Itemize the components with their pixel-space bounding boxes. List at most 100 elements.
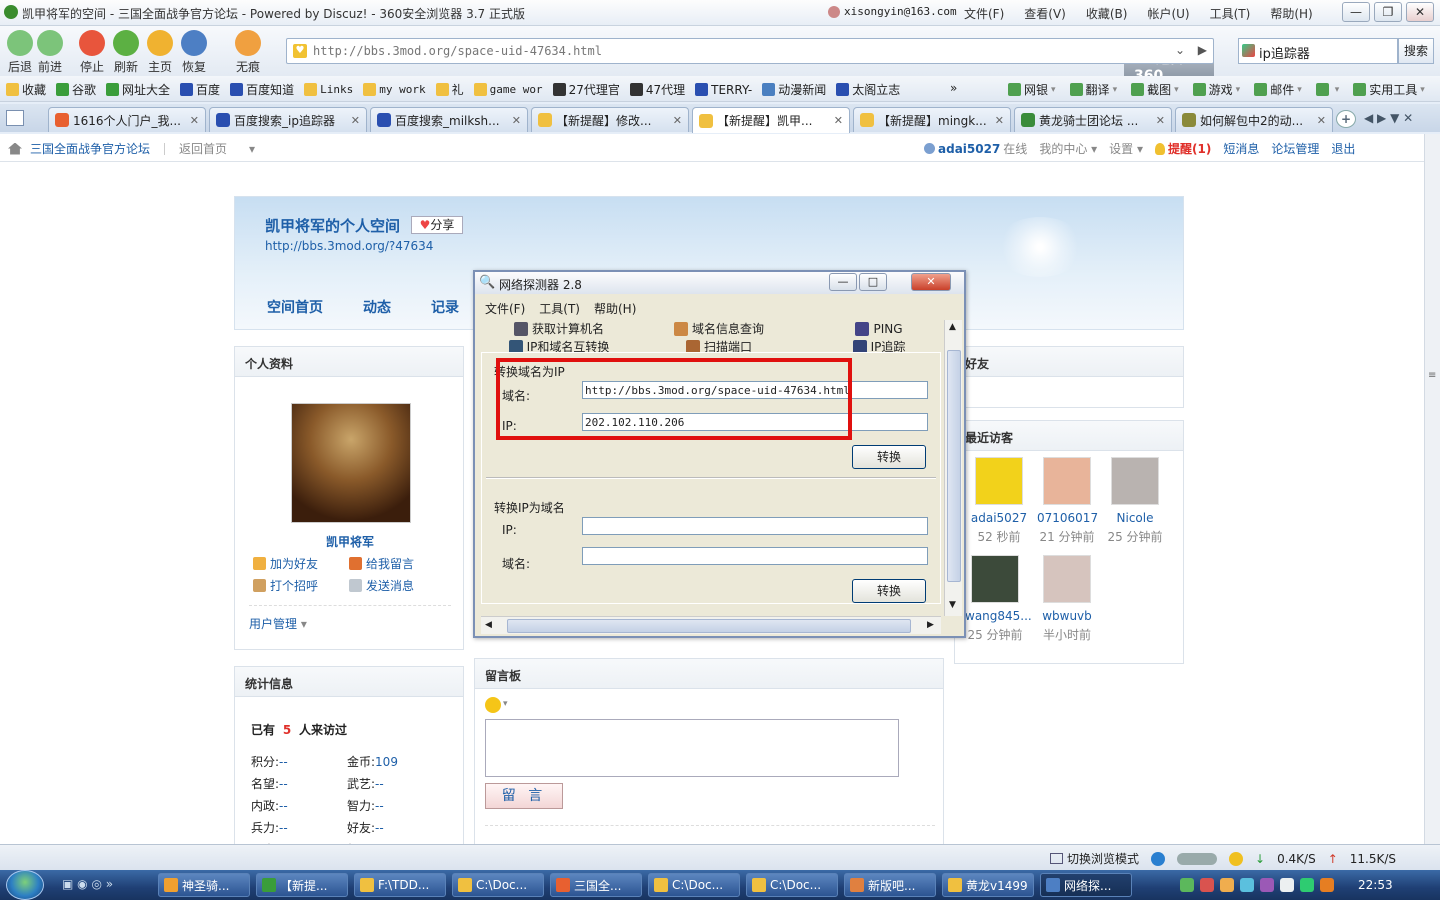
emoji-icon[interactable] [485,697,501,713]
visitor-avatar[interactable] [1043,457,1091,505]
dialog-menu-item[interactable]: 工具(T) [539,300,580,317]
search-box[interactable]: ip追踪器 [1238,38,1398,64]
taskbar-button[interactable]: C:\Doc... [746,873,838,897]
toolbar-tool-item[interactable]: 网银 ▾ [1008,81,1056,98]
ip-input[interactable] [582,517,928,535]
tab-close-icon[interactable]: ✕ [995,114,1004,127]
bookmark-item[interactable]: 礼 [435,81,464,98]
bookmark-item[interactable]: TERRY- [695,83,752,97]
send-message-button[interactable]: 发送消息 [349,577,414,594]
user-manage-menu[interactable]: 用户管理 ▾ [249,615,307,632]
tab-list-icon[interactable] [6,110,24,126]
tray-app-icon[interactable] [1260,878,1274,892]
browser-tab[interactable]: 百度搜索_ip追踪器 ✕ [209,107,367,132]
settings-menu[interactable]: 设置 ▾ [1109,140,1143,157]
tab-close-icon[interactable]: ✕ [512,114,521,127]
toolbar-tool-item[interactable]: 邮件 ▾ [1254,81,1302,98]
go-arrow-icon[interactable]: ▶ [1198,43,1207,57]
greet-button[interactable]: 打个招呼 [253,577,318,594]
quick-launch-icons[interactable]: ▣ ◉ ◎ » [62,877,113,891]
visitor-item[interactable]: Nicole 25 分钟前 [1105,457,1165,545]
sms-link[interactable]: 短消息 [1223,140,1259,157]
taskbar-button[interactable]: C:\Doc... [648,873,740,897]
toolbar-tool-item[interactable]: 游戏 ▾ [1192,81,1240,98]
tab-close-icon[interactable]: ✕ [190,114,199,127]
browser-tab[interactable]: 如何解包中2的动... ✕ [1175,107,1333,132]
bookmark-item[interactable]: Links [304,83,353,96]
menu-item[interactable]: 帐户(U) [1147,5,1189,22]
bookmark-item[interactable]: 收藏 [6,81,46,98]
space-url[interactable]: http://bbs.3mod.org/?47634 [265,239,433,253]
toggle-icon[interactable] [1177,852,1218,865]
taskbar-button[interactable]: 三国全... [550,873,642,897]
visitor-name[interactable]: 07106017 [1037,511,1098,525]
toolbar-tool-item[interactable]: 翻译 ▾ [1069,81,1117,98]
dialog-minimize-button[interactable]: — [829,273,857,291]
bookmark-item[interactable]: 47代理 [629,81,685,98]
scroll-grip-icon[interactable]: ≡ [1428,370,1436,381]
toolbar-button-5[interactable]: 恢复 [174,28,214,74]
clock[interactable]: 22:53 [1358,878,1393,892]
space-name[interactable]: 凯甲将军的个人空间 [265,215,400,236]
bookmark-item[interactable]: 百度知道 [230,81,294,98]
tab-close-icon[interactable]: ✕ [351,114,360,127]
dialog-maximize-button[interactable]: □ [859,273,887,291]
menu-item[interactable]: 文件(F) [964,5,1004,22]
tray-app-icon[interactable] [1300,878,1314,892]
new-tab-button[interactable]: + [1336,110,1356,128]
taskbar-button[interactable]: 【新提... [256,873,348,897]
menu-item[interactable]: 工具(T) [1210,5,1251,22]
visitor-item[interactable]: wang845... 25 分钟前 [965,555,1032,643]
close-button[interactable]: ✕ [1406,2,1434,22]
toolbar-tool-item[interactable]: 截图 ▾ [1131,81,1179,98]
browser-tab[interactable]: 黄龙骑士团论坛 ... ✕ [1014,107,1172,132]
my-center-menu[interactable]: 我的中心 ▾ [1039,140,1097,157]
browser-tab[interactable]: 百度搜索_milksh... ✕ [370,107,528,132]
maximize-button[interactable]: ❐ [1374,2,1402,22]
visitor-item[interactable]: 07106017 21 分钟前 [1037,457,1098,545]
dialog-vertical-scrollbar[interactable]: ▲ ▼ [944,320,962,616]
user-avatar[interactable] [291,403,411,523]
visitor-avatar[interactable] [971,555,1019,603]
domain-output-input[interactable] [582,547,928,565]
visitor-avatar[interactable] [1043,555,1091,603]
visitor-name[interactable]: wbwuvb [1037,609,1097,623]
toolbar-tool-item[interactable]: 实用工具 ▾ [1353,81,1425,98]
bookmarks-overflow-button[interactable]: » [950,81,957,95]
page-scrollbar[interactable]: ≡ [1424,134,1440,844]
dialog-menu-item[interactable]: 文件(F) [485,300,525,317]
search-engine-icon[interactable] [1242,44,1255,57]
tab-close-icon[interactable]: ✕ [673,114,682,127]
logout-link[interactable]: 退出 [1331,140,1355,157]
address-input[interactable]: http://bbs.3mod.org/space-uid-47634.html [313,44,602,58]
forum-home-link[interactable]: 三国全面战争官方论坛 [30,140,150,157]
switch-mode-button[interactable]: 切换浏览模式 [1050,850,1139,867]
profile-name[interactable]: 凯甲将军 [235,533,465,550]
menu-item[interactable]: 收藏(B) [1086,5,1128,22]
scroll-right-icon[interactable]: ▶ [927,620,934,630]
bookmark-item[interactable]: 百度 [180,81,220,98]
dialog-horizontal-scrollbar[interactable]: ◀ ▶ [481,616,941,634]
visitor-avatar[interactable] [1111,457,1159,505]
address-bar[interactable]: ♥ http://bbs.3mod.org/space-uid-47634.ht… [286,38,1214,64]
taskbar-button[interactable]: 新版吧... [844,873,936,897]
tray-network-icon[interactable] [1180,878,1194,892]
taskbar-button[interactable]: C:\Doc... [452,873,544,897]
scroll-thumb[interactable] [947,350,961,582]
dialog-tab[interactable]: 域名信息查询 [639,320,799,337]
message-textarea[interactable] [485,719,899,777]
space-nav-item[interactable]: 空间首页 [267,297,323,317]
bookmark-item[interactable]: 27代理官 [552,81,620,98]
ie-icon[interactable] [1151,851,1166,866]
menu-item[interactable]: 查看(V) [1024,5,1066,22]
browser-tab[interactable]: 1616个人门户_我... ✕ [48,107,206,132]
tab-close-icon[interactable]: ✕ [1156,114,1165,127]
visitor-name[interactable]: wang845... [965,609,1032,623]
share-button[interactable]: ♥分享 [411,216,463,234]
dialog-close-button[interactable]: ✕ [911,273,951,291]
convert-ip-button[interactable]: 转换 [852,579,926,603]
bookmark-item[interactable]: game wor [473,83,543,96]
back-home-link[interactable]: 返回首页 [179,140,227,157]
taskbar-button[interactable]: 黄龙v1499 [942,873,1034,897]
space-nav-item[interactable]: 记录 [431,297,459,317]
